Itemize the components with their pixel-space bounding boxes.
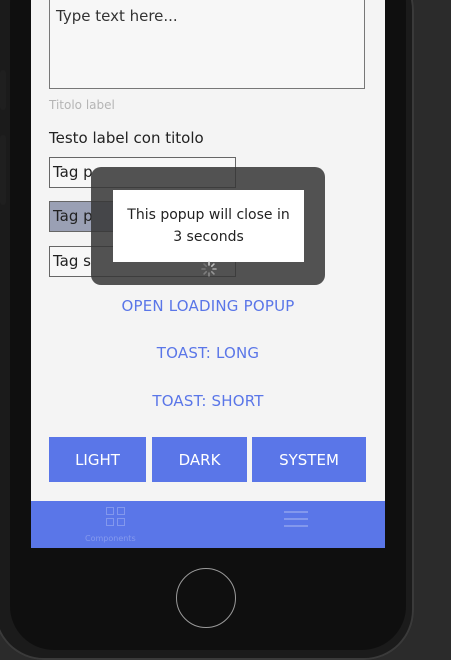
system-mode-button[interactable]: SYSTEM [252, 437, 366, 482]
grid-icon [106, 507, 128, 529]
side-button [0, 70, 6, 110]
light-mode-button[interactable]: LIGHT [49, 437, 146, 482]
tag-label: Tag p [53, 207, 93, 225]
popup-message-line2: 3 seconds [173, 229, 244, 245]
bottom-tab-bar: Components [31, 501, 385, 548]
label-text: Testo label con titolo [49, 129, 204, 147]
tag-label: Tag s [53, 252, 91, 270]
text-input-placeholder: Type text here... [56, 7, 178, 25]
home-button[interactable] [176, 568, 236, 628]
popup-message: This popup will close in 3 seconds [113, 190, 304, 262]
tab-label: Components [85, 534, 136, 543]
side-button [0, 135, 6, 205]
loading-popup: This popup will close in 3 seconds [91, 167, 325, 285]
menu-icon[interactable] [284, 511, 308, 532]
label-title: Titolo label [49, 98, 115, 112]
tag-label: Tag p [53, 163, 93, 181]
toast-long-button[interactable]: TOAST: LONG [31, 344, 385, 362]
text-input[interactable]: Type text here... [49, 0, 365, 89]
spinner-icon [201, 261, 217, 277]
popup-message-line1: This popup will close in [127, 207, 290, 223]
toast-short-button[interactable]: TOAST: SHORT [31, 392, 385, 410]
dark-mode-button[interactable]: DARK [152, 437, 247, 482]
open-loading-popup-button[interactable]: OPEN LOADING POPUP [31, 297, 385, 315]
